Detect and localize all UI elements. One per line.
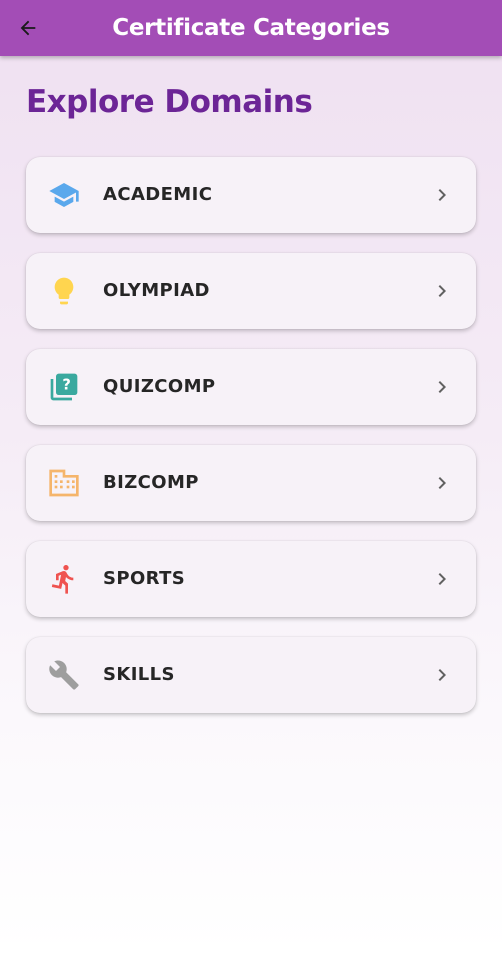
running-person-icon bbox=[48, 563, 80, 595]
category-label: OLYMPIAD bbox=[103, 280, 210, 301]
category-label: QUIZCOMP bbox=[103, 376, 216, 397]
category-label: ACADEMIC bbox=[103, 184, 213, 205]
page-title: Explore Domains bbox=[26, 84, 313, 120]
chevron-right-icon bbox=[438, 669, 446, 681]
category-card-bizcomp[interactable]: BIZCOMP bbox=[26, 445, 476, 521]
app-bar: Certificate Categories bbox=[0, 0, 502, 56]
chevron-right-icon bbox=[438, 285, 446, 297]
category-card-skills[interactable]: SKILLS bbox=[26, 637, 476, 713]
category-card-academic[interactable]: ACADEMIC bbox=[26, 157, 476, 233]
chevron-right-icon bbox=[438, 573, 446, 585]
quiz-icon: ? bbox=[48, 371, 80, 403]
arrow-left-icon bbox=[20, 20, 36, 36]
category-list: ACADEMIC OLYMPIAD ? QUIZCOMP BIZCOMP SPO… bbox=[26, 157, 476, 733]
category-label: BIZCOMP bbox=[103, 472, 199, 493]
category-label: SKILLS bbox=[103, 664, 175, 685]
back-button[interactable] bbox=[14, 14, 42, 42]
chevron-right-icon bbox=[438, 189, 446, 201]
wrench-icon bbox=[48, 659, 80, 691]
category-card-sports[interactable]: SPORTS bbox=[26, 541, 476, 617]
chevron-right-icon bbox=[438, 381, 446, 393]
category-card-quizcomp[interactable]: ? QUIZCOMP bbox=[26, 349, 476, 425]
lightbulb-icon bbox=[48, 275, 80, 307]
category-label: SPORTS bbox=[103, 568, 186, 589]
graduation-cap-icon bbox=[48, 179, 80, 211]
category-card-olympiad[interactable]: OLYMPIAD bbox=[26, 253, 476, 329]
app-bar-title: Certificate Categories bbox=[112, 15, 390, 41]
corporate-building-icon bbox=[48, 467, 80, 499]
chevron-right-icon bbox=[438, 477, 446, 489]
svg-text:?: ? bbox=[62, 377, 71, 394]
